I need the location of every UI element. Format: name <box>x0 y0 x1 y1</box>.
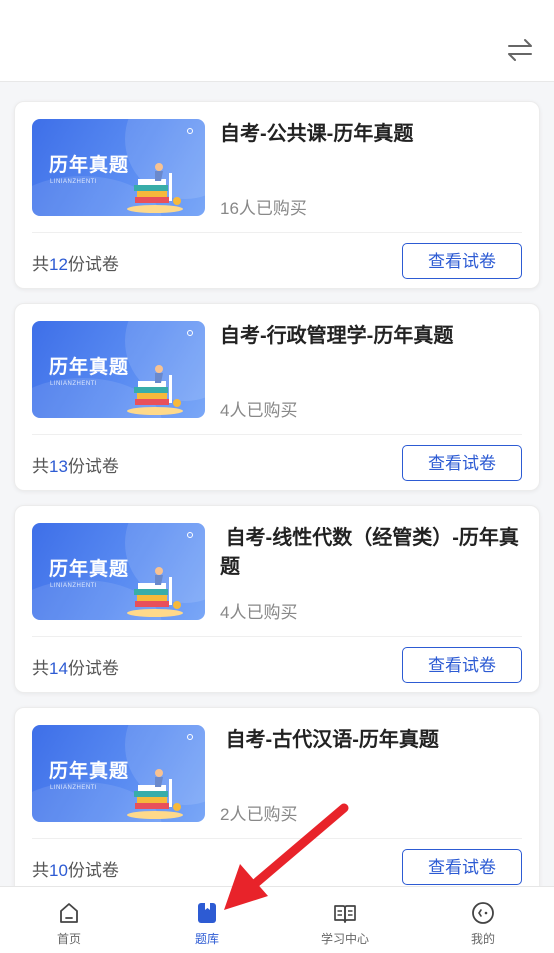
book-icon <box>334 905 356 923</box>
view-papers-button[interactable]: 查看试卷 <box>402 445 522 481</box>
divider <box>32 838 522 839</box>
exam-title[interactable]: 自考-古代汉语-历年真题 <box>220 726 525 755</box>
thumbnail-title: 历年真题 <box>49 761 130 782</box>
tab-label: 我的 <box>470 932 495 946</box>
exam-thumbnail: 历年真题 LINIANZHENTI <box>32 321 205 418</box>
paper-count: 共12份试卷 <box>32 255 119 274</box>
buyer-count: 2人已购买 <box>220 805 298 824</box>
exam-thumbnail: 历年真题 LINIANZHENTI <box>32 725 205 822</box>
view-papers-button[interactable]: 查看试卷 <box>402 849 522 885</box>
buyer-count: 4人已购买 <box>220 401 298 420</box>
thumbnail-title: 历年真题 <box>49 357 130 378</box>
view-papers-button[interactable]: 查看试卷 <box>402 647 522 683</box>
tab-home[interactable]: 首页 <box>0 887 138 953</box>
exam-title[interactable]: 自考-公共课-历年真题 <box>220 120 525 149</box>
circle-decoration-icon <box>187 330 193 336</box>
paper-count: 共13份试卷 <box>32 457 119 476</box>
circle-decoration-icon <box>187 128 193 134</box>
exam-title[interactable]: 自考-线性代数（经管类）-历年真题 <box>220 524 525 582</box>
paper-count: 共14份试卷 <box>32 659 119 678</box>
tab-learning-center[interactable]: 学习中心 <box>276 887 414 953</box>
view-papers-button[interactable]: 查看试卷 <box>402 243 522 279</box>
tab-profile[interactable]: 我的 <box>414 887 552 953</box>
books-illustration-icon <box>127 365 183 415</box>
top-bar <box>0 0 554 82</box>
books-illustration-icon <box>127 567 183 617</box>
exam-title[interactable]: 自考-行政管理学-历年真题 <box>220 322 525 351</box>
divider <box>32 232 522 233</box>
home-icon <box>60 903 78 923</box>
books-illustration-icon <box>127 163 183 213</box>
divider <box>32 636 522 637</box>
books-illustration-icon <box>127 769 183 819</box>
exam-card[interactable]: 历年真题 LINIANZHENTI 自考-公共课-历年真题 16人已购买 共12… <box>14 101 540 289</box>
tab-label: 题库 <box>194 932 219 946</box>
tab-question-bank[interactable]: 题库 <box>138 887 276 953</box>
buyer-count: 4人已购买 <box>220 603 298 622</box>
thumbnail-subtitle: LINIANZHENTI <box>50 785 98 791</box>
divider <box>32 434 522 435</box>
exam-card[interactable]: 历年真题 LINIANZHENTI 自考-古代汉语-历年真题 2人已购买 共10… <box>14 707 540 886</box>
profile-face-icon <box>472 902 494 924</box>
bottom-tab-bar: 首页 题库 学习中心 我的 <box>0 886 554 953</box>
exam-thumbnail: 历年真题 LINIANZHENTI <box>32 119 205 216</box>
exam-card[interactable]: 历年真题 LINIANZHENTI 自考-行政管理学-历年真题 4人已购买 共1… <box>14 303 540 491</box>
exam-thumbnail: 历年真题 LINIANZHENTI <box>32 523 205 620</box>
exam-card[interactable]: 历年真题 LINIANZHENTI 自考-线性代数（经管类）-历年真题 4人已购… <box>14 505 540 693</box>
paper-count: 共10份试卷 <box>32 861 119 880</box>
circle-decoration-icon <box>187 734 193 740</box>
thumbnail-subtitle: LINIANZHENTI <box>50 179 98 185</box>
thumbnail-subtitle: LINIANZHENTI <box>50 583 98 589</box>
tab-label: 学习中心 <box>320 932 369 946</box>
thumbnail-title: 历年真题 <box>49 155 130 176</box>
tab-label: 首页 <box>56 932 81 946</box>
circle-decoration-icon <box>187 532 193 538</box>
swap-arrows-icon[interactable] <box>506 36 534 64</box>
buyer-count: 16人已购买 <box>220 199 307 218</box>
question-bank-icon <box>198 903 216 923</box>
thumbnail-subtitle: LINIANZHENTI <box>50 381 98 387</box>
thumbnail-title: 历年真题 <box>49 559 130 580</box>
exam-bank-list: 历年真题 LINIANZHENTI 自考-公共课-历年真题 16人已购买 共12… <box>0 82 554 886</box>
